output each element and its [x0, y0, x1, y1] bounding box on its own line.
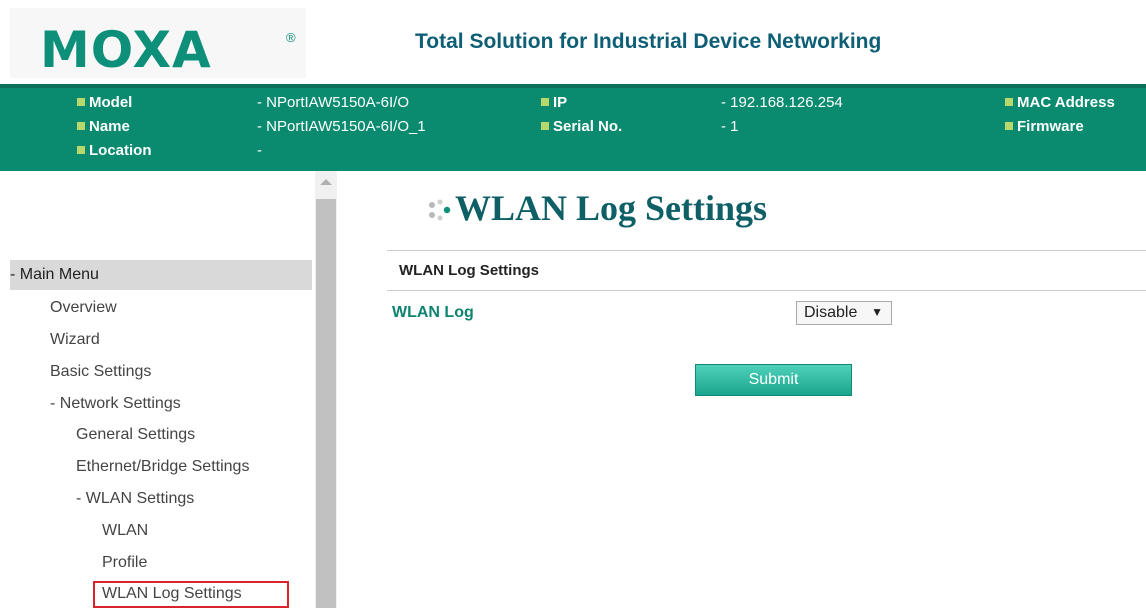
serial-value: - 1: [721, 118, 739, 135]
page-title: WLAN Log Settings: [455, 188, 768, 228]
ip-label: IP: [541, 94, 567, 112]
sidebar-item-wlan-log-settings[interactable]: WLAN Log Settings: [102, 585, 242, 603]
model-value: - NPortIAW5150A-6I/O: [257, 94, 409, 111]
title-dots-icon: [429, 199, 451, 221]
bullet-icon: [1005, 98, 1013, 107]
sidebar-scrollbar[interactable]: [315, 171, 337, 608]
submit-button[interactable]: Submit: [695, 364, 852, 396]
sidebar-item-network-settings[interactable]: - Network Settings: [50, 395, 181, 413]
model-label: Model: [77, 94, 132, 112]
name-label: Name: [77, 118, 130, 136]
main-menu-label: - Main Menu: [10, 266, 99, 283]
sidebar-item-ethernet-bridge-settings[interactable]: Ethernet/Bridge Settings: [76, 458, 249, 476]
firmware-label: Firmware: [1005, 118, 1084, 136]
wlan-log-select[interactable]: Disable ▼: [796, 301, 892, 325]
sidebar-item-wizard[interactable]: Wizard: [50, 331, 100, 349]
sidebar-item-overview[interactable]: Overview: [50, 299, 117, 317]
section-header: WLAN Log Settings: [387, 250, 1146, 291]
bullet-icon: [541, 122, 549, 131]
logo-text: MOXA: [40, 21, 212, 79]
sidebar-item-basic-settings[interactable]: Basic Settings: [50, 363, 151, 381]
dropdown-arrow-icon: ▼: [871, 305, 883, 319]
location-value: -: [257, 142, 262, 159]
bullet-icon: [541, 98, 549, 107]
sidebar: - Main Menu Overview Wizard Basic Settin…: [0, 171, 312, 608]
sidebar-item-profile[interactable]: Profile: [102, 554, 147, 572]
serial-label: Serial No.: [541, 118, 622, 136]
bullet-icon: [1005, 122, 1013, 131]
bullet-icon: [77, 122, 85, 131]
wlan-log-label: WLAN Log: [392, 304, 474, 321]
bullet-icon: [77, 146, 85, 155]
sidebar-item-wlan[interactable]: WLAN: [102, 522, 148, 540]
section-header-label: WLAN Log Settings: [399, 262, 539, 279]
sidebar-item-general-settings[interactable]: General Settings: [76, 426, 195, 444]
ip-value: - 192.168.126.254: [721, 94, 843, 111]
scrollbar-thumb[interactable]: [316, 199, 336, 608]
device-info-bar: Model - NPortIAW5150A-6I/O Name - NPortI…: [0, 84, 1146, 171]
mac-address-label: MAC Address: [1005, 94, 1115, 112]
tagline: Total Solution for Industrial Device Net…: [415, 30, 882, 53]
logo-registered-mark: ®: [286, 30, 296, 45]
scroll-up-arrow-icon[interactable]: [320, 179, 332, 185]
name-value: - NPortIAW5150A-6I/O_1: [257, 118, 426, 135]
logo: MOXA ®: [10, 8, 306, 78]
header: MOXA ® Total Solution for Industrial Dev…: [0, 0, 1146, 84]
main-menu-header[interactable]: - Main Menu: [10, 260, 312, 290]
wlan-log-select-value: Disable: [804, 304, 858, 321]
main-content: WLAN Log Settings WLAN Log Settings WLAN…: [337, 171, 1146, 608]
location-label: Location: [77, 142, 152, 160]
sidebar-item-wlan-settings[interactable]: - WLAN Settings: [76, 490, 194, 508]
bullet-icon: [77, 98, 85, 107]
